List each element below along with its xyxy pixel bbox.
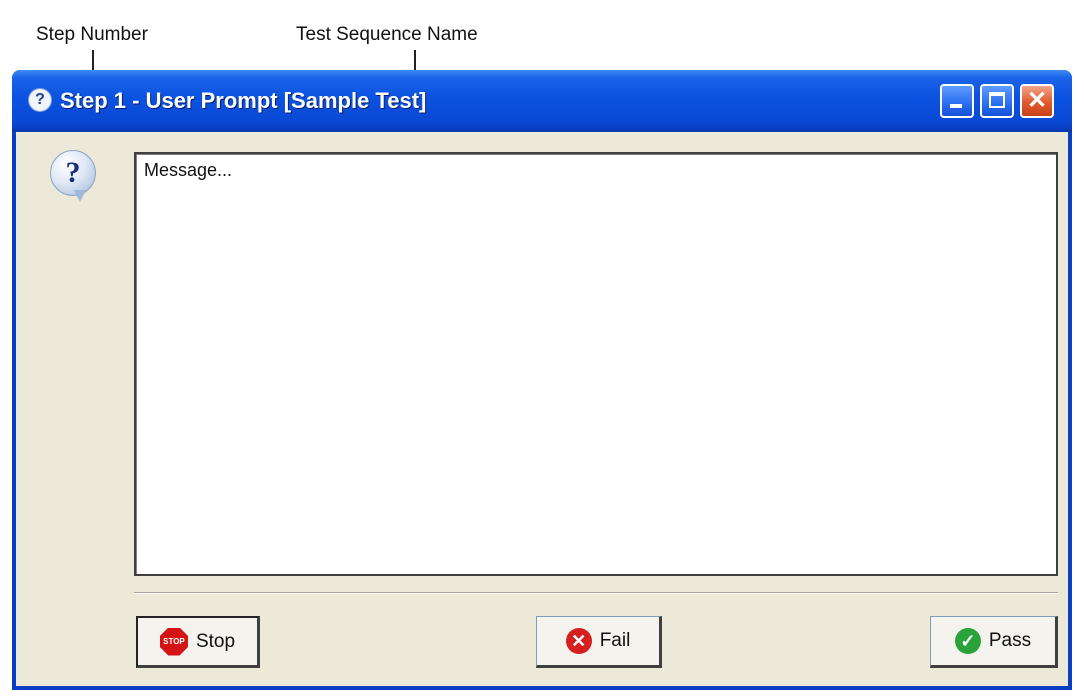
stop-button-label: Stop <box>195 630 236 652</box>
window-title: Step 1 - User Prompt [Sample Test] <box>60 88 427 113</box>
close-button[interactable]: ✕ <box>1020 84 1054 118</box>
dialog-body: ? Message... STOP Stop ✕ Fail ✓ Pass <box>16 132 1068 686</box>
step-number-callout: Step Number <box>36 24 148 45</box>
minimize-button[interactable] <box>940 84 974 118</box>
maximize-button[interactable] <box>980 84 1014 118</box>
stop-sign-icon: STOP <box>159 627 188 656</box>
user-prompt-window: ? Step 1 - User Prompt [Sample Test] ✕ ?… <box>12 70 1072 690</box>
pass-button[interactable]: ✓ Pass <box>930 616 1058 668</box>
question-bubble-tail <box>74 190 86 202</box>
question-bubble-icon: ? <box>50 150 96 196</box>
fail-button[interactable]: ✕ Fail <box>536 616 662 668</box>
message-box[interactable]: Message... <box>134 152 1058 576</box>
close-icon: ✕ <box>1026 87 1048 114</box>
question-icon: ? <box>28 88 52 112</box>
minimize-icon <box>950 104 962 108</box>
maximize-icon <box>989 92 1005 108</box>
pass-button-label: Pass <box>988 630 1032 651</box>
message-text: Message... <box>144 160 233 180</box>
divider <box>134 592 1058 594</box>
green-check-icon: ✓ <box>954 628 981 654</box>
test-sequence-name-callout: Test Sequence Name <box>296 24 478 45</box>
red-x-icon: ✕ <box>565 628 592 654</box>
fail-button-label: Fail <box>599 630 631 651</box>
title-bar[interactable]: ? Step 1 - User Prompt [Sample Test] ✕ <box>12 70 1072 132</box>
stop-button[interactable]: STOP Stop <box>136 616 260 668</box>
